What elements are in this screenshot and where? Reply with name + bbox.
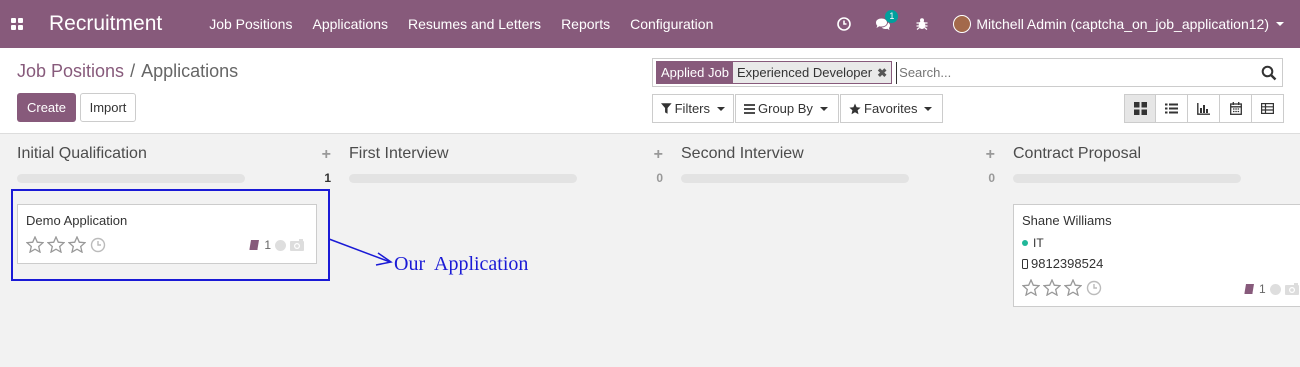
card-footer-right: 1	[1244, 282, 1300, 296]
card-tag: IT	[1022, 236, 1044, 250]
card-title: Shane Williams	[1022, 213, 1112, 228]
menu-reports[interactable]: Reports	[561, 16, 610, 32]
search-icon[interactable]	[1261, 65, 1277, 84]
star-icon	[849, 103, 861, 114]
graph-icon	[1197, 102, 1210, 115]
quick-create-plus-icon[interactable]: +	[986, 146, 995, 164]
favorites-label: Favorites	[864, 101, 918, 116]
control-panel: Job Positions / Applications Create Import…	[0, 48, 1300, 134]
kanban-state-icon[interactable]	[1269, 283, 1281, 295]
annotation-arrow	[328, 238, 393, 266]
top-navbar: Recruitment Job Positions Applications R…	[0, 0, 1300, 48]
search-facet-value-text: Experienced Developer	[736, 65, 873, 80]
attachment-count: 1	[1259, 282, 1266, 296]
filters-label: Filters	[674, 101, 710, 116]
menu-configuration[interactable]: Configuration	[630, 16, 713, 32]
messages-icon[interactable]: 1	[875, 10, 899, 31]
star-icon[interactable]	[1022, 279, 1040, 296]
search-facet: Applied Job Experienced Developer ✖	[656, 61, 893, 84]
column-count: 0	[988, 171, 995, 185]
search-facet-category: Applied Job	[657, 62, 733, 83]
user-menu-name[interactable]: Mitchell Admin (captcha_on_job_applicati…	[976, 16, 1269, 32]
column-title[interactable]: Second Interview	[681, 145, 804, 163]
annotation-highlight-box	[11, 189, 330, 281]
view-switcher	[1124, 94, 1284, 123]
group-by-dropdown[interactable]: Group By	[735, 94, 839, 123]
annotation-label: Our Application	[394, 253, 529, 275]
card-phone: 9812398524	[1022, 256, 1103, 271]
list-view-button[interactable]	[1156, 94, 1188, 123]
column-title[interactable]: First Interview	[349, 145, 449, 163]
star-icon[interactable]	[1064, 279, 1082, 296]
kanban-view-button[interactable]	[1124, 94, 1156, 123]
filter-icon	[661, 103, 672, 114]
menu-resumes-and-letters[interactable]: Resumes and Letters	[408, 16, 541, 32]
favorites-dropdown[interactable]: Favorites	[840, 94, 943, 123]
remove-facet-icon[interactable]: ✖	[877, 66, 887, 80]
app-name[interactable]: Recruitment	[49, 12, 162, 36]
breadcrumb: Job Positions / Applications	[17, 61, 238, 82]
search-facet-value: Experienced Developer ✖	[732, 62, 892, 83]
kanban-card[interactable]: Shane Williams IT 9812398524 1	[1013, 204, 1300, 307]
calendar-icon	[1229, 102, 1242, 115]
calendar-view-button[interactable]	[1220, 94, 1252, 123]
column-progress-bar[interactable]	[17, 174, 245, 183]
phone-number: 9812398524	[1031, 256, 1104, 271]
user-avatar[interactable]	[953, 15, 972, 33]
search-bar[interactable]: Applied Job Experienced Developer ✖	[652, 58, 1283, 87]
column-progress-bar[interactable]	[681, 174, 909, 183]
quick-create-plus-icon[interactable]: +	[322, 146, 331, 164]
group-by-caret-icon	[819, 106, 828, 111]
pivot-icon	[1261, 103, 1274, 114]
create-button[interactable]: Create	[17, 93, 76, 122]
quick-create-plus-icon[interactable]: +	[654, 146, 663, 164]
breadcrumb-current: Applications	[141, 61, 239, 81]
tag-dot-icon	[1022, 240, 1028, 246]
column-progress-bar[interactable]	[1013, 174, 1241, 183]
debug-bug-icon[interactable]	[915, 17, 929, 31]
user-menu-caret-icon[interactable]	[1276, 22, 1284, 26]
tag-label: IT	[1033, 236, 1044, 250]
column-count: 1	[324, 171, 331, 185]
column-count: 0	[656, 171, 663, 185]
search-input[interactable]	[896, 61, 1257, 84]
book-icon	[1244, 284, 1254, 294]
activity-clock-icon[interactable]	[1086, 280, 1102, 296]
column-progress-bar[interactable]	[349, 174, 577, 183]
menu-applications[interactable]: Applications	[312, 16, 388, 32]
menu-job-positions[interactable]: Job Positions	[209, 16, 292, 32]
page: Recruitment Job Positions Applications R…	[0, 0, 1300, 367]
apps-menu-icon[interactable]	[0, 0, 34, 48]
column-title[interactable]: Initial Qualification	[17, 145, 147, 163]
import-button[interactable]: Import	[80, 93, 136, 122]
group-by-label: Group By	[758, 101, 813, 116]
breadcrumb-separator: /	[130, 61, 136, 81]
list-icon	[1165, 103, 1178, 114]
favorites-caret-icon	[924, 106, 933, 111]
column-title[interactable]: Contract Proposal	[1013, 145, 1141, 163]
star-icon[interactable]	[1043, 279, 1061, 296]
avatar-placeholder-icon[interactable]	[1284, 282, 1300, 296]
breadcrumb-job-positions-link[interactable]: Job Positions	[17, 61, 124, 81]
filters-dropdown[interactable]: Filters	[652, 94, 734, 123]
activities-clock-icon[interactable]	[837, 17, 852, 31]
group-by-icon	[744, 103, 755, 114]
pivot-view-button[interactable]	[1252, 94, 1284, 123]
messages-count-badge: 1	[885, 10, 899, 23]
mobile-phone-icon	[1022, 258, 1028, 269]
filters-caret-icon	[717, 106, 725, 111]
kanban-icon	[1133, 102, 1147, 115]
graph-view-button[interactable]	[1188, 94, 1220, 123]
priority-stars	[1022, 279, 1102, 296]
